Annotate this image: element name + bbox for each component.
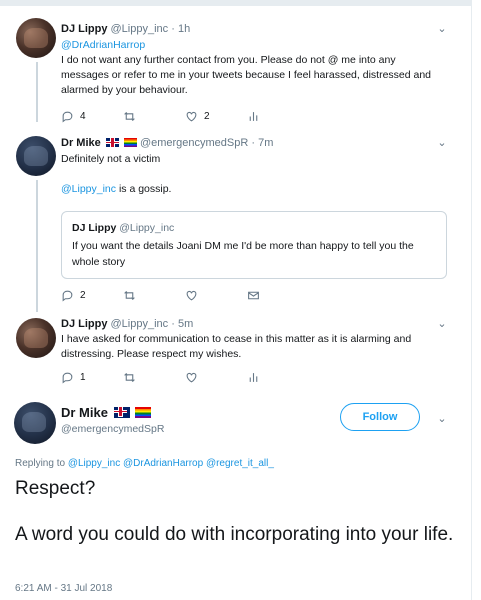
- tweet-time[interactable]: 5m: [178, 318, 193, 330]
- quote-handle: @Lippy_inc: [119, 222, 175, 234]
- reply-button[interactable]: 4: [61, 109, 86, 123]
- quoted-tweet[interactable]: DJ Lippy @Lippy_inc If you want the deta…: [61, 211, 447, 279]
- retweet-icon: [124, 111, 135, 121]
- analytics-button[interactable]: [247, 109, 260, 123]
- rainbow-flag-icon: [123, 138, 137, 147]
- rainbow-flag-icon: [135, 407, 152, 418]
- quote-text: If you want the details Joani DM me I'd …: [72, 240, 414, 268]
- tweet-text-line-1: Respect?: [15, 478, 96, 499]
- tweet-header: Dr Mike @emergencymedSpR · 7m: [61, 137, 274, 149]
- thread-line: [36, 180, 38, 312]
- tweet-3[interactable]: DJ Lippy @Lippy_inc · 5m ⌄ I have asked …: [0, 312, 471, 392]
- uk-flag-icon: [105, 138, 119, 147]
- like-button[interactable]: [185, 288, 198, 302]
- mention-link[interactable]: @DrAdrianHarrop: [61, 39, 145, 51]
- heart-icon: [186, 372, 197, 382]
- analytics-icon: [249, 372, 258, 382]
- reply-icon: [62, 111, 73, 122]
- chevron-down-icon[interactable]: ⌄: [436, 318, 448, 330]
- mention-link[interactable]: @Lippy_inc: [61, 183, 116, 195]
- analytics-button[interactable]: [247, 370, 260, 384]
- user-handle[interactable]: @emergencymedSpR: [61, 423, 164, 435]
- reply-button[interactable]: 1: [61, 370, 86, 384]
- chevron-down-icon[interactable]: ⌄: [436, 137, 448, 149]
- retweet-icon: [124, 290, 135, 300]
- avatar[interactable]: [16, 318, 56, 358]
- retweet-button[interactable]: [123, 109, 136, 123]
- retweet-icon: [124, 372, 135, 382]
- user-handle[interactable]: @Lippy_inc: [111, 23, 169, 35]
- envelope-icon: [248, 291, 259, 299]
- display-name[interactable]: Dr Mike: [61, 137, 101, 149]
- analytics-icon: [249, 111, 258, 121]
- uk-flag-icon: [113, 407, 130, 418]
- reply-icon: [62, 372, 73, 383]
- tweet-time[interactable]: 7m: [258, 137, 273, 149]
- quote-display-name: DJ Lippy: [72, 222, 117, 234]
- replying-to: Replying to @Lippy_inc @DrAdrianHarrop @…: [15, 458, 274, 469]
- chevron-down-icon[interactable]: ⌄: [436, 23, 448, 35]
- display-name[interactable]: DJ Lippy: [61, 318, 107, 330]
- retweet-button[interactable]: [123, 370, 136, 384]
- display-name[interactable]: DJ Lippy: [61, 23, 107, 35]
- like-button[interactable]: [185, 370, 198, 384]
- tweet-timestamp[interactable]: 6:21 AM - 31 Jul 2018: [15, 583, 112, 594]
- replying-to-links[interactable]: @Lippy_inc @DrAdrianHarrop @regret_it_al…: [68, 458, 274, 469]
- tweet-header: DJ Lippy @Lippy_inc · 5m: [61, 318, 194, 330]
- tweet-1[interactable]: DJ Lippy @Lippy_inc · 1h ⌄ @DrAdrianHarr…: [0, 0, 471, 122]
- quote-header: DJ Lippy @Lippy_inc: [72, 222, 174, 234]
- heart-icon: [186, 290, 197, 300]
- chevron-down-icon[interactable]: ⌄: [436, 413, 448, 425]
- reply-button[interactable]: 2: [61, 288, 86, 302]
- avatar[interactable]: [16, 18, 56, 58]
- user-handle[interactable]: @Lippy_inc: [111, 318, 169, 330]
- reply-icon: [62, 290, 73, 301]
- thread-line: [36, 62, 38, 122]
- tweet-text: @DrAdrianHarrop I do not want any furthe…: [61, 39, 432, 96]
- user-handle[interactable]: @emergencymedSpR: [140, 137, 248, 149]
- display-name[interactable]: Dr Mike: [61, 405, 152, 420]
- heart-icon: [186, 111, 197, 121]
- like-button[interactable]: 2: [185, 109, 210, 123]
- window-right-edge: [471, 0, 481, 600]
- avatar[interactable]: [14, 402, 56, 444]
- tweet-text: I have asked for communication to cease …: [61, 333, 412, 360]
- tweet-header: DJ Lippy @Lippy_inc · 1h: [61, 23, 191, 35]
- tweet-text: Definitely not a victim @Lippy_inc is a …: [61, 153, 172, 195]
- message-button[interactable]: [247, 288, 260, 302]
- main-tweet: Dr Mike @emergencymedSpR Follow ⌄ Replyi…: [0, 397, 471, 600]
- tweet-2[interactable]: Dr Mike @emergencymedSpR · 7m ⌄ Definite…: [0, 128, 471, 312]
- avatar[interactable]: [16, 136, 56, 176]
- retweet-button[interactable]: [123, 288, 136, 302]
- tweet-text-line-2: A word you could do with incorporating i…: [15, 524, 454, 545]
- tweet-time[interactable]: 1h: [178, 23, 190, 35]
- follow-button[interactable]: Follow: [340, 403, 420, 431]
